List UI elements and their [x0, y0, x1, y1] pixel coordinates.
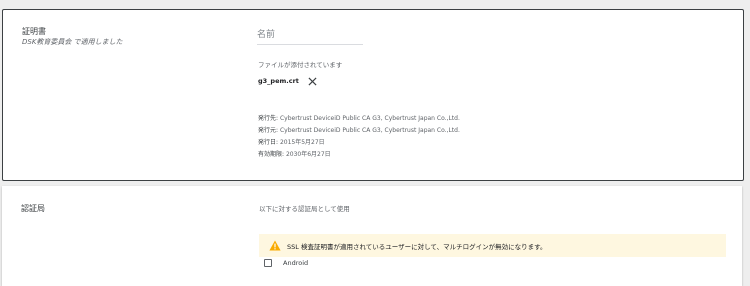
detail-value: 2015年5月27日: [279, 139, 325, 146]
detail-row: 発行先: Cybertrust DeviceiD Public CA G3, C…: [258, 113, 460, 125]
detail-row: 発行元: Cybertrust DeviceiD Public CA G3, C…: [258, 125, 460, 137]
close-icon: [307, 76, 317, 86]
certificate-title: 証明書: [22, 27, 46, 36]
multi-login-warning: SSL 検査証明書が適用されているユーザーに対して、マルチログインが無効になりま…: [259, 234, 726, 257]
warning-icon: [269, 240, 281, 251]
file-attached-label: ファイルが添付されています: [258, 61, 343, 69]
certificate-subtitle: DSK教育委員会 で適用しました: [22, 38, 123, 46]
android-checkbox[interactable]: [264, 259, 272, 267]
certificate-details: 発行先: Cybertrust DeviceiD Public CA G3, C…: [258, 113, 460, 161]
authority-card: 認証局 以下に対する認証局として使用 SSL 検査証明書が適用されているユーザー…: [2, 186, 742, 286]
detail-value: 2030年6月27日: [285, 151, 331, 158]
android-checkbox-label[interactable]: Android: [283, 259, 308, 267]
detail-value: Cybertrust DeviceiD Public CA G3, Cybert…: [279, 127, 460, 134]
detail-key: 発行日:: [258, 139, 279, 146]
detail-key: 発行元:: [258, 127, 279, 134]
detail-value: Cybertrust DeviceiD Public CA G3, Cybert…: [279, 115, 460, 122]
name-input[interactable]: [257, 28, 363, 45]
detail-row: 有効期限: 2030年6月27日: [258, 149, 460, 161]
use-as-authority-label: 以下に対する認証局として使用: [259, 205, 350, 213]
authority-title: 認証局: [21, 204, 45, 213]
warning-text: SSL 検査証明書が適用されているユーザーに対して、マルチログインが無効になりま…: [287, 242, 547, 251]
file-name: g3_pem.crt: [258, 77, 299, 85]
detail-row: 発行日: 2015年5月27日: [258, 137, 460, 149]
remove-file-button[interactable]: [307, 76, 317, 86]
detail-key: 有効期限:: [258, 151, 285, 158]
detail-key: 発行先:: [258, 115, 279, 122]
certificate-card: 証明書 DSK教育委員会 で適用しました ファイルが添付されています g3_pe…: [2, 9, 744, 181]
